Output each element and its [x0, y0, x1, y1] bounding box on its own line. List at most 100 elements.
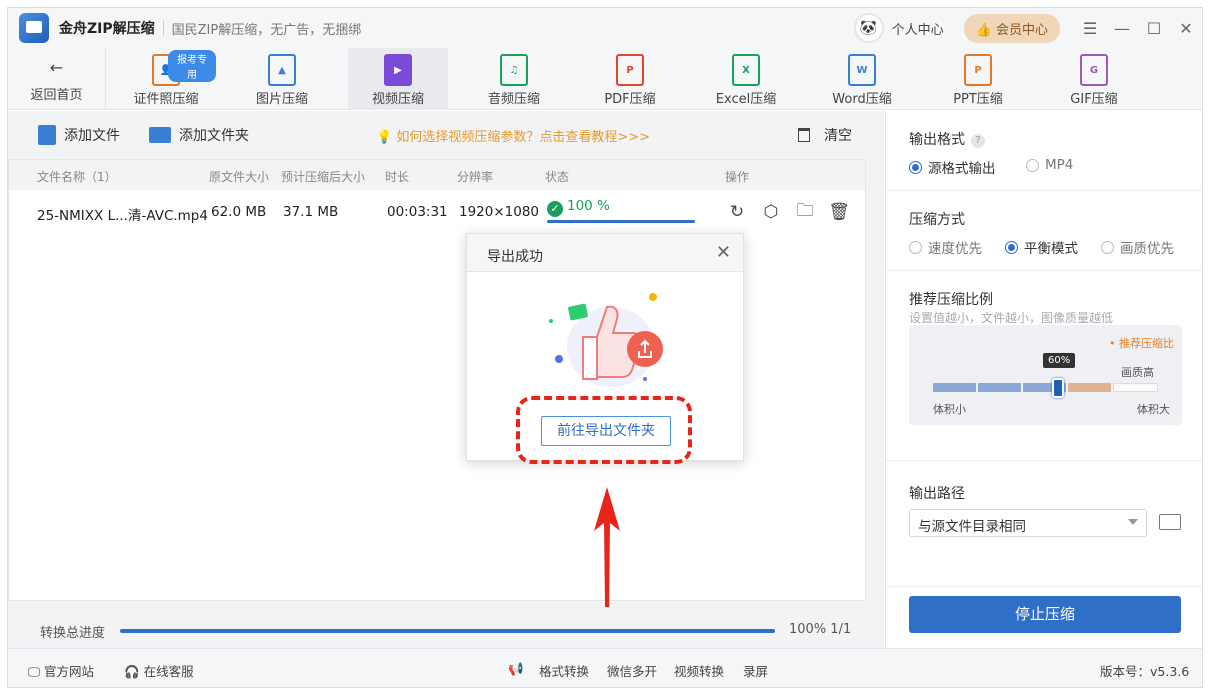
- output-path-select[interactable]: 与源文件目录相同: [909, 509, 1147, 537]
- website-label: 官方网站: [44, 664, 95, 679]
- excel-file-icon: X: [732, 54, 760, 86]
- tab-video[interactable]: ▶ 视频压缩: [348, 48, 448, 110]
- tab-label: 证件照压缩: [133, 92, 199, 107]
- tab-gif[interactable]: G GIF压缩: [1044, 48, 1144, 110]
- total-progress-bar: [120, 629, 775, 633]
- total-progress: 转换总进度 100% 1/1: [8, 616, 884, 646]
- ratio-recommend-label: • 推荐压缩比: [1109, 337, 1174, 350]
- title-separator: [162, 20, 164, 36]
- output-path-value: 与源文件目录相同: [918, 519, 1026, 535]
- tab-excel[interactable]: X Excel压缩: [696, 48, 796, 110]
- megaphone-icon: 📢: [508, 661, 524, 676]
- radio-source-format[interactable]: 源格式输出: [909, 157, 996, 177]
- chevron-down-icon: [1128, 519, 1138, 525]
- footer-link-video[interactable]: 视频转换: [674, 661, 724, 680]
- add-file-icon: [38, 125, 56, 145]
- settings-icon[interactable]: ⬡: [759, 200, 783, 224]
- tab-image[interactable]: ▲ 图片压缩: [232, 48, 332, 110]
- tab-label: 音频压缩: [487, 92, 540, 107]
- website-link[interactable]: 🖵 官方网站: [28, 661, 94, 680]
- user-center-link[interactable]: 个人中心: [892, 19, 944, 38]
- help-icon[interactable]: ?: [971, 134, 985, 148]
- tab-label: Excel压缩: [715, 92, 777, 107]
- refresh-icon[interactable]: ↻: [725, 200, 749, 224]
- ratio-segment[interactable]: [978, 383, 1021, 392]
- radio-quality-first-label: 画质优先: [1120, 241, 1174, 257]
- footer-link-record[interactable]: 录屏: [743, 661, 768, 680]
- ratio-hint: 设置值越小，文件越小，图像质量越低: [909, 311, 1114, 325]
- open-folder-icon[interactable]: 🗀: [793, 200, 817, 224]
- dialog-header: 导出成功 ✕: [467, 234, 743, 272]
- col-duration: 时长: [385, 170, 410, 184]
- tab-label: PPT压缩: [953, 92, 1003, 107]
- tutorial-tip-label: 如何选择视频压缩参数？点击查看教程>>>: [396, 130, 651, 145]
- ratio-big-label: 体积大: [1137, 403, 1170, 416]
- ratio-slider-thumb[interactable]: [1052, 378, 1064, 398]
- check-icon: ✓: [547, 201, 563, 217]
- ratio-segment[interactable]: [1068, 383, 1111, 392]
- add-folder-button[interactable]: 添加文件夹: [149, 125, 249, 145]
- radio-dot-icon: [1005, 240, 1018, 254]
- radio-quality-first[interactable]: 画质优先: [1101, 237, 1174, 257]
- col-filename: 文件名称（1）: [37, 170, 117, 184]
- radio-speed-first[interactable]: 速度优先: [909, 237, 982, 257]
- total-progress-label: 转换总进度: [40, 626, 106, 641]
- service-label: 在线客服: [143, 664, 194, 679]
- thumbs-up-illustration-icon: [549, 293, 663, 387]
- output-path-title: 输出路径: [909, 486, 965, 502]
- tab-label: 图片压缩: [255, 92, 308, 107]
- tab-ppt[interactable]: P PPT压缩: [928, 48, 1028, 110]
- clear-button[interactable]: 清空: [798, 125, 852, 145]
- ratio-segment[interactable]: [1113, 383, 1158, 392]
- tab-word[interactable]: W Word压缩: [812, 48, 912, 110]
- user-avatar-icon[interactable]: 🐼: [853, 13, 884, 43]
- radio-balanced[interactable]: 平衡模式: [1005, 237, 1078, 257]
- radio-balanced-label: 平衡模式: [1024, 241, 1078, 257]
- status-percent: 100 %: [567, 198, 610, 214]
- col-status: 状态: [545, 170, 570, 184]
- trash-icon: [798, 128, 810, 142]
- tab-label: Word压缩: [832, 92, 892, 107]
- footer-link-format[interactable]: 格式转换: [539, 661, 589, 680]
- table-row[interactable]: 25-NMIXX L...清-AVC.mp4 62.0 MB 37.1 MB 0…: [9, 190, 865, 236]
- output-format-title-label: 输出格式: [909, 132, 965, 148]
- back-arrow-icon: ←: [49, 58, 64, 77]
- add-file-button[interactable]: 添加文件: [38, 125, 120, 145]
- compress-mode-section: 压缩方式 速度优先 平衡模式 画质优先: [886, 191, 1202, 271]
- col-orig-size: 原文件大小: [209, 170, 270, 184]
- total-progress-text: 100% 1/1: [789, 622, 852, 637]
- close-icon[interactable]: ✕: [1170, 19, 1202, 38]
- app-slogan: 国民ZIP解压缩，无广告，无捆绑: [171, 22, 362, 38]
- back-home-button[interactable]: ← 返回首页: [8, 48, 106, 110]
- radio-mp4[interactable]: MP4: [1026, 157, 1073, 173]
- status-badge: ✓ 100 %: [547, 198, 610, 217]
- radio-dot-icon: [1101, 240, 1114, 254]
- dialog-close-icon[interactable]: ✕: [716, 242, 731, 263]
- table-header: 文件名称（1） 原文件大小 预计压缩后大小 时长 分辨率 状态 操作: [9, 160, 865, 190]
- headset-icon: 🎧: [124, 664, 140, 679]
- tab-idphoto[interactable]: 👤 证件照压缩 报考专用: [116, 48, 216, 110]
- service-link[interactable]: 🎧 在线客服: [124, 661, 194, 680]
- ratio-segment[interactable]: [933, 383, 976, 392]
- stop-compress-button[interactable]: 停止压缩: [909, 596, 1181, 633]
- menu-icon[interactable]: ☰: [1074, 19, 1106, 38]
- file-name: 25-NMIXX L...清-AVC.mp4: [37, 208, 208, 224]
- radio-mp4-label: MP4: [1045, 157, 1074, 173]
- maximize-icon[interactable]: ☐: [1138, 19, 1170, 38]
- settings-pane: 输出格式? 源格式输出 MP4 压缩方式 速度优先 平衡模式 画质优先 推荐压缩…: [885, 111, 1202, 687]
- footer-link-wechat[interactable]: 微信多开: [607, 661, 657, 680]
- app-logo-icon: [19, 13, 49, 43]
- tab-audio[interactable]: ♫ 音频压缩: [464, 48, 564, 110]
- ratio-value-tooltip: 60%: [1043, 353, 1076, 368]
- minimize-icon[interactable]: —: [1106, 19, 1138, 38]
- member-center-button[interactable]: 👍 会员中心: [963, 13, 1060, 43]
- delete-icon[interactable]: 🗑: [827, 200, 851, 224]
- browse-folder-icon[interactable]: [1159, 514, 1181, 530]
- member-center-label: 会员中心: [995, 22, 1048, 38]
- clear-label: 清空: [824, 128, 852, 144]
- tab-pdf[interactable]: P PDF压缩: [580, 48, 680, 110]
- radio-speed-first-label: 速度优先: [928, 241, 982, 257]
- status-footer: 🖵 官方网站 🎧 在线客服 📢 格式转换 微信多开 视频转换 录屏 版本号：v5…: [8, 648, 1202, 687]
- ratio-quality-high: 画质高: [1121, 366, 1154, 379]
- tutorial-tip-link[interactable]: 💡 如何选择视频压缩参数？点击查看教程>>>: [376, 126, 650, 145]
